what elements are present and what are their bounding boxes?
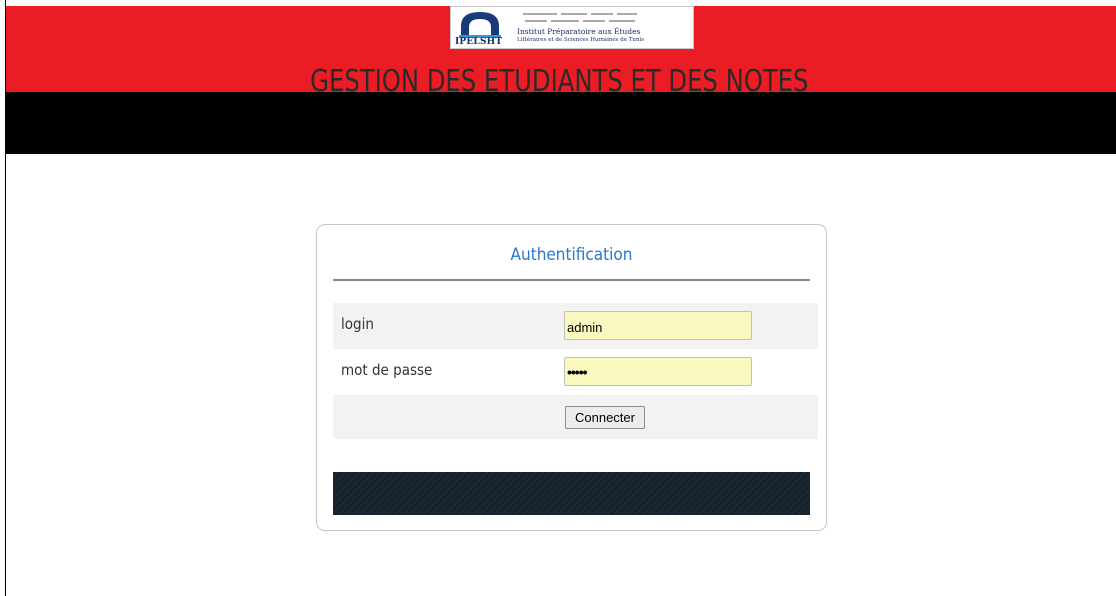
login-card: Authentification login admin mot de pass… (316, 224, 827, 531)
logo-acronym: IPELSHT (455, 37, 503, 47)
card-footer-band (333, 472, 810, 515)
arch-logo-icon (459, 12, 501, 38)
submit-row: Connecter (333, 395, 818, 439)
logo-name-line1: Institut Préparatoire aux Études (517, 27, 641, 36)
password-label: mot de passe (341, 361, 433, 379)
institute-logo: IPELSHT Institut Préparatoire aux Études… (450, 6, 694, 49)
logo-name-line2: Littéraires et de Sciences Humaines de T… (517, 37, 645, 43)
login-row: login admin (333, 303, 818, 349)
page-title: GESTION DES ETUDIANTS ET DES NOTES (310, 64, 809, 99)
login-input[interactable]: admin (564, 311, 752, 340)
login-label: login (341, 315, 374, 333)
connect-button[interactable]: Connecter (565, 406, 645, 429)
logo-arabic-script (523, 13, 637, 22)
title-divider (333, 279, 810, 281)
card-title: Authentification (510, 245, 633, 265)
password-row: mot de passe ••••• (333, 349, 818, 395)
password-input[interactable]: ••••• (564, 357, 752, 386)
